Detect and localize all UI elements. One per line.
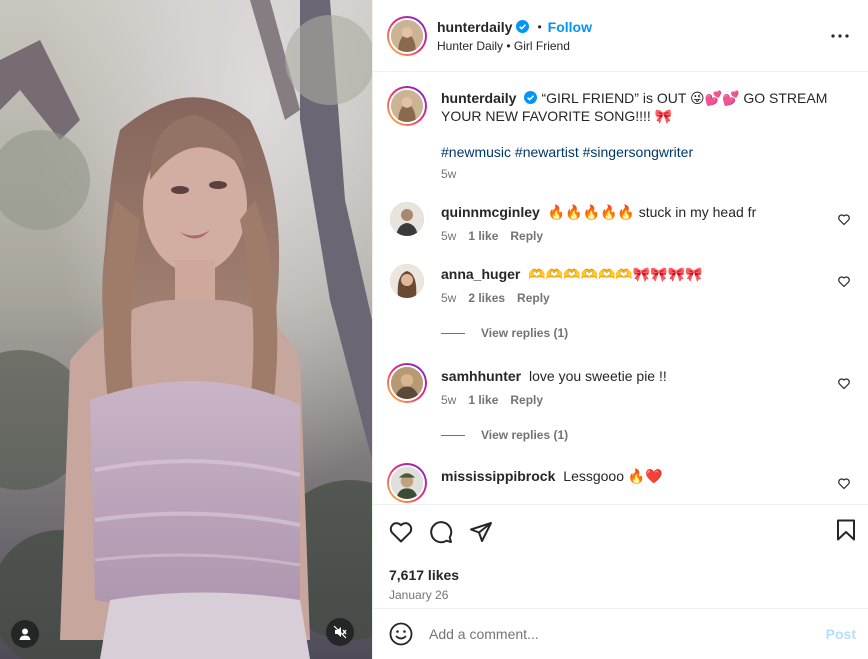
post-comment-button[interactable]: Post (826, 626, 856, 642)
separator-dot: • (537, 19, 542, 34)
comment-username[interactable]: anna_huger (441, 266, 520, 282)
comment-time: 5w (441, 291, 457, 305)
caption-time: 5w (441, 167, 457, 181)
avatar-image (391, 19, 423, 52)
heart-icon (838, 378, 850, 390)
like-button[interactable] (389, 521, 413, 543)
more-options-button[interactable] (828, 24, 852, 48)
post-video[interactable] (0, 0, 372, 659)
follow-button[interactable]: Follow (548, 19, 592, 35)
view-replies-button[interactable]: View replies (1) (441, 323, 852, 343)
heart-icon (389, 522, 413, 543)
comment-username[interactable]: quinnmcginley (441, 204, 540, 220)
heart-icon (838, 214, 850, 226)
comment-input[interactable] (429, 626, 826, 642)
heart-icon (838, 276, 850, 288)
save-button[interactable] (836, 519, 856, 544)
comment-icon (430, 521, 453, 544)
video-frame (0, 0, 372, 659)
post-actions: 7,617 likes January 26 (373, 504, 868, 608)
comment-likes[interactable]: 1 like (468, 391, 498, 409)
comment-likes[interactable]: 2 likes (468, 289, 505, 307)
comment-like-button[interactable] (838, 212, 850, 228)
verified-icon (524, 91, 538, 104)
caption-hashtags[interactable]: #newmusic #newartist #singersongwriter (441, 143, 852, 161)
view-replies-button[interactable]: View replies (1) (441, 425, 852, 445)
author-avatar[interactable] (387, 15, 427, 56)
comment-username[interactable]: mississippibrock (441, 468, 555, 484)
post-details-panel: hunterdaily • Follow Hunter Daily • Girl… (372, 0, 868, 659)
comment-time: 5w (441, 229, 457, 243)
caption: hunterdaily “GIRL FRIEND” is OUT 😜💕💕 GO S… (387, 86, 852, 183)
comment-text: Lessgooo 🔥❤️ (563, 468, 663, 484)
comment-username[interactable]: samhhunter (441, 368, 521, 384)
post-viewer: hunterdaily • Follow Hunter Daily • Girl… (0, 0, 868, 659)
commenter-avatar[interactable] (387, 261, 427, 301)
post-header: hunterdaily • Follow Hunter Daily • Girl… (373, 0, 868, 72)
post-date: January 26 (389, 588, 449, 602)
emoji-button[interactable] (389, 622, 413, 646)
audio-subtitle[interactable]: Hunter Daily • Girl Friend (437, 39, 828, 53)
share-icon (470, 522, 492, 542)
reply-button[interactable]: Reply (510, 227, 543, 245)
comment-item: quinnmcginley 🔥🔥🔥🔥🔥 stuck in my head fr … (387, 199, 852, 245)
view-replies-label: View replies (1) (481, 326, 569, 340)
view-replies-label: View replies (1) (481, 428, 569, 442)
comment-text: 🫶🫶🫶🫶🫶🫶🎀🎀🎀🎀 (528, 266, 703, 282)
comment-item: mississippibrock Lessgooo 🔥❤️ (387, 463, 852, 503)
commenter-avatar[interactable] (387, 199, 427, 239)
comment-button[interactable] (429, 520, 453, 544)
commenter-avatar[interactable] (387, 363, 427, 403)
comment-item: anna_huger 🫶🫶🫶🫶🫶🫶🎀🎀🎀🎀 5w 2 likes Reply (387, 261, 852, 307)
comment-text: 🔥🔥🔥🔥🔥 stuck in my head fr (547, 204, 757, 220)
reply-button[interactable]: Reply (510, 391, 543, 409)
comment-time: 5w (441, 393, 457, 407)
bookmark-icon (837, 519, 855, 541)
commenter-avatar[interactable] (387, 463, 427, 503)
caption-username[interactable]: hunterdaily (441, 90, 516, 106)
verified-icon (516, 20, 530, 33)
comment-like-button[interactable] (838, 274, 850, 290)
add-comment-bar: Post (373, 608, 868, 659)
comment-like-button[interactable] (838, 476, 850, 492)
share-button[interactable] (469, 520, 493, 544)
heart-icon (838, 478, 850, 490)
caption-avatar[interactable] (387, 86, 427, 126)
author-username[interactable]: hunterdaily (437, 19, 512, 35)
comment-item: samhhunter love you sweetie pie !! 5w 1 … (387, 363, 852, 409)
emoji-icon (389, 622, 413, 646)
mute-icon (333, 625, 347, 639)
view-replies-divider (441, 434, 465, 436)
mute-button[interactable] (326, 618, 354, 646)
more-icon (831, 33, 849, 38)
comments-list[interactable]: hunterdaily “GIRL FRIEND” is OUT 😜💕💕 GO S… (373, 72, 868, 504)
user-tag-button[interactable] (11, 620, 39, 648)
view-replies-divider (441, 332, 465, 334)
likes-count[interactable]: 7,617 likes (389, 567, 852, 583)
comment-likes[interactable]: 1 like (468, 227, 498, 245)
user-tag-icon (19, 628, 31, 640)
reply-button[interactable]: Reply (517, 289, 550, 307)
comment-text: love you sweetie pie !! (529, 368, 667, 384)
comment-like-button[interactable] (838, 376, 850, 392)
